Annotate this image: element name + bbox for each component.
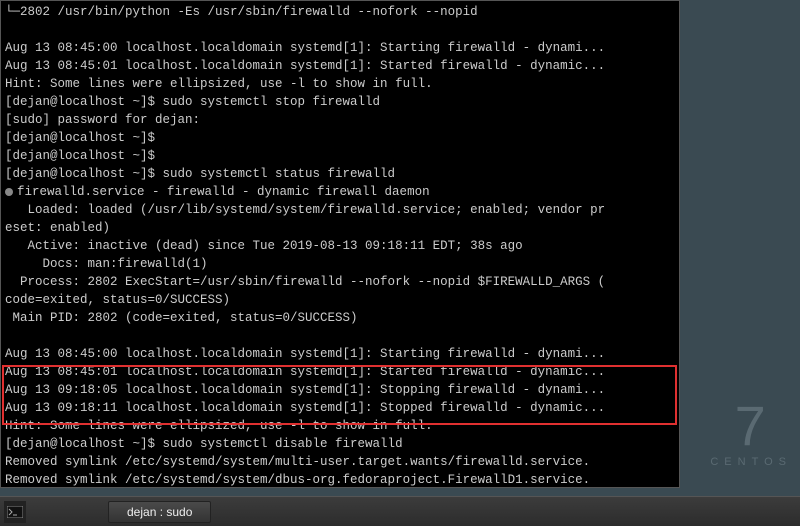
taskbar[interactable]: dejan : sudo: [0, 496, 800, 526]
terminal-line: └─2802 /usr/bin/python -Es /usr/sbin/fir…: [5, 3, 675, 21]
terminal-line: Removed symlink /etc/systemd/system/mult…: [5, 453, 675, 471]
taskbar-active-window[interactable]: dejan : sudo: [108, 501, 211, 523]
terminal-line: [dejan@localhost ~]$ sudo systemctl disa…: [5, 435, 675, 453]
terminal-line: code=exited, status=0/SUCCESS): [5, 291, 675, 309]
terminal-window[interactable]: └─2802 /usr/bin/python -Es /usr/sbin/fir…: [0, 0, 680, 488]
terminal-line: [dejan@localhost ~]$ sudo systemctl stop…: [5, 93, 675, 111]
terminal-line: [5, 21, 675, 39]
terminal-line: Docs: man:firewalld(1): [5, 255, 675, 273]
terminal-line: Main PID: 2802 (code=exited, status=0/SU…: [5, 309, 675, 327]
terminal-line: Loaded: loaded (/usr/lib/systemd/system/…: [5, 201, 675, 219]
terminal-line: [dejan@localhost ~]$: [5, 147, 675, 165]
terminal-line: Hint: Some lines were ellipsized, use -l…: [5, 75, 675, 93]
centos-label: CENTOS: [710, 456, 792, 468]
centos-watermark: 7 CENTOS: [710, 398, 792, 468]
centos-version: 7: [710, 398, 792, 454]
terminal-line: [sudo] password for dejan:: [5, 111, 675, 129]
terminal-line: [5, 327, 675, 345]
terminal-line: [dejan@localhost ~]$ sudo systemctl stat…: [5, 165, 675, 183]
terminal-line: firewalld.service - firewalld - dynamic …: [5, 183, 675, 201]
terminal-line: Aug 13 08:45:00 localhost.localdomain sy…: [5, 39, 675, 57]
terminal-line: Process: 2802 ExecStart=/usr/sbin/firewa…: [5, 273, 675, 291]
terminal-line: eset: enabled): [5, 219, 675, 237]
terminal-line: Aug 13 08:45:01 localhost.localdomain sy…: [5, 57, 675, 75]
terminal-line: [dejan@localhost ~]$: [5, 129, 675, 147]
terminal-line: Aug 13 09:18:11 localhost.localdomain sy…: [5, 399, 675, 417]
terminal-line: Removed symlink /etc/systemd/system/dbus…: [5, 471, 675, 488]
status-bullet-icon: [5, 188, 13, 196]
terminal-launcher-icon[interactable]: [4, 501, 26, 523]
terminal-line: Aug 13 08:45:01 localhost.localdomain sy…: [5, 363, 675, 381]
terminal-content[interactable]: └─2802 /usr/bin/python -Es /usr/sbin/fir…: [5, 3, 675, 488]
terminal-line: Aug 13 09:18:05 localhost.localdomain sy…: [5, 381, 675, 399]
terminal-line: Aug 13 08:45:00 localhost.localdomain sy…: [5, 345, 675, 363]
terminal-line: Active: inactive (dead) since Tue 2019-0…: [5, 237, 675, 255]
terminal-line: Hint: Some lines were ellipsized, use -l…: [5, 417, 675, 435]
